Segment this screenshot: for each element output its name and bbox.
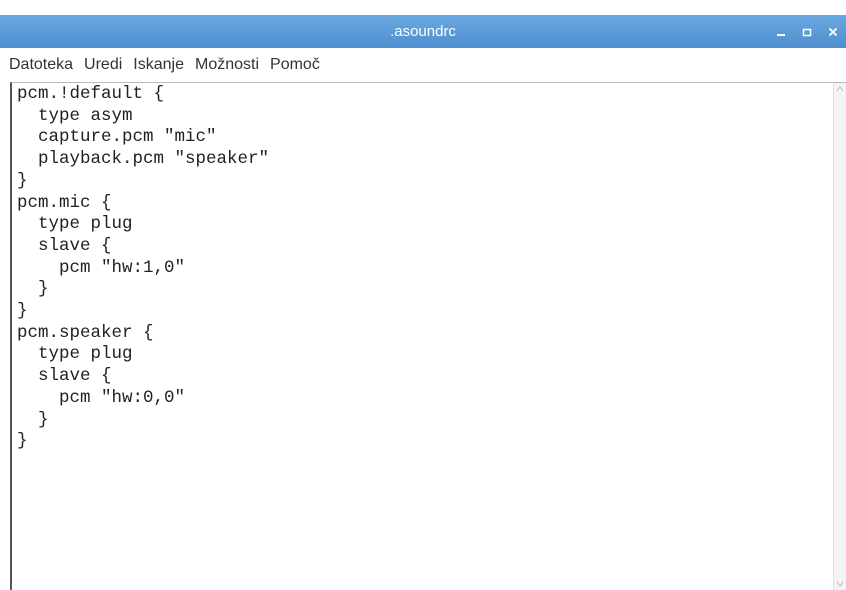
minimize-icon[interactable] <box>774 25 788 39</box>
menu-item-iskanje[interactable]: Iskanje <box>132 54 185 76</box>
text-editor-window: .asoundrc Datoteka Uredi Iskanje Možnost… <box>0 0 846 590</box>
editor-frame: pcm.!default { type asym capture.pcm "mi… <box>10 82 846 590</box>
menu-item-pomoc[interactable]: Pomoč <box>269 54 321 76</box>
window-title: .asoundrc <box>390 23 456 40</box>
window-controls <box>774 15 840 48</box>
vertical-scrollbar[interactable] <box>833 83 846 590</box>
scroll-up-icon[interactable] <box>836 85 844 93</box>
menu-item-datoteka[interactable]: Datoteka <box>8 54 74 76</box>
maximize-icon[interactable] <box>800 25 814 39</box>
menu-bar: Datoteka Uredi Iskanje Možnosti Pomoč <box>0 48 846 82</box>
scroll-down-icon[interactable] <box>836 580 844 588</box>
title-bar-strip[interactable]: .asoundrc <box>0 15 846 48</box>
menu-item-moznosti[interactable]: Možnosti <box>194 54 260 76</box>
title-bar: .asoundrc <box>0 0 846 48</box>
menu-item-uredi[interactable]: Uredi <box>83 54 123 76</box>
text-editor-area[interactable]: pcm.!default { type asym capture.pcm "mi… <box>14 83 832 590</box>
close-icon[interactable] <box>826 25 840 39</box>
